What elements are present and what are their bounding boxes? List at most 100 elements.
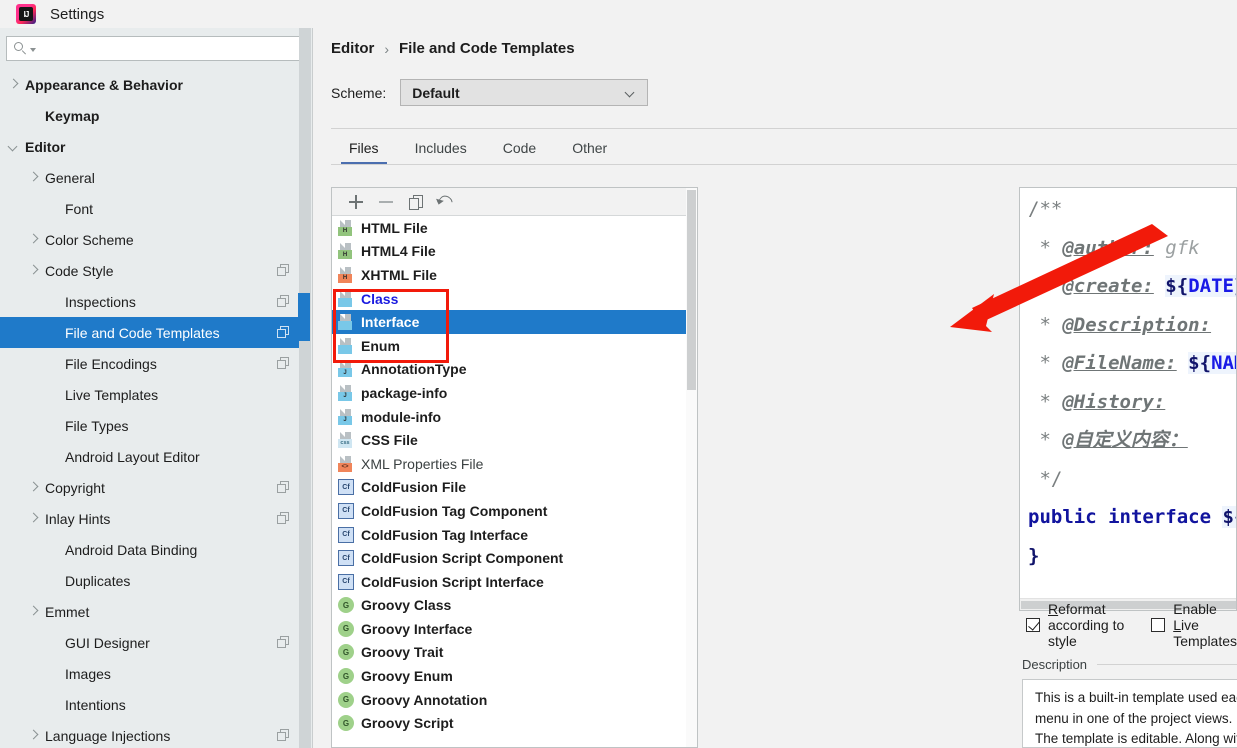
chevron-right-icon[interactable] (28, 730, 39, 741)
template-list-item[interactable]: G Groovy Enum (332, 664, 697, 688)
tab-includes[interactable]: Includes (397, 130, 485, 165)
sidebar-scrollbar-thumb[interactable] (298, 293, 310, 341)
template-list-item-label: Groovy Interface (361, 620, 473, 637)
template-list-item[interactable]: Enum (332, 334, 697, 358)
search-input[interactable] (36, 40, 304, 57)
java-file-icon: J (338, 408, 354, 425)
template-list-item[interactable]: Class (332, 287, 697, 311)
template-list-item[interactable]: Jmodule-info (332, 405, 697, 429)
editor-token: DATE (1188, 275, 1234, 297)
template-list-item[interactable]: G Groovy Annotation (332, 688, 697, 712)
sidebar-item-language-injections[interactable]: Language Injections (0, 720, 300, 748)
settings-content-panel: Editor › File and Code Templates Scheme:… (314, 28, 1237, 748)
tab-other[interactable]: Other (554, 130, 625, 165)
sidebar-item-inlay-hints[interactable]: Inlay Hints (0, 503, 300, 534)
copy-settings-icon[interactable] (277, 326, 290, 339)
chevron-right-icon[interactable] (8, 79, 19, 90)
template-list-item[interactable]: Cf ColdFusion Script Interface (332, 570, 697, 594)
sidebar-item-copyright[interactable]: Copyright (0, 472, 300, 503)
sidebar-item-images[interactable]: Images (0, 658, 300, 689)
template-list-item[interactable]: H HTML File (332, 216, 697, 240)
sidebar-item-font[interactable]: Font (0, 193, 300, 224)
tab-code[interactable]: Code (485, 130, 554, 165)
sidebar-item-editor[interactable]: Editor (0, 131, 300, 162)
template-list-item[interactable]: Interface (332, 310, 697, 334)
sidebar-item-general[interactable]: General (0, 162, 300, 193)
sidebar-scrollbar-track[interactable] (298, 28, 311, 748)
description-text: This is a built-in template used each ti… (1035, 690, 1237, 746)
groovy-icon: G (338, 597, 354, 614)
tab-label: Other (572, 139, 608, 156)
sidebar-item-label: File Encodings (65, 355, 157, 372)
live-templates-checkbox[interactable]: Enable Live Templates (1151, 601, 1237, 649)
template-list-item[interactable]: G Groovy Class (332, 594, 697, 618)
sidebar-item-keymap[interactable]: Keymap (0, 100, 300, 131)
copy-settings-icon[interactable] (277, 481, 290, 494)
template-list-item[interactable]: G Groovy Trait (332, 641, 697, 665)
breadcrumb-parent[interactable]: Editor (331, 40, 374, 57)
sidebar-item-file-encodings[interactable]: File Encodings (0, 348, 300, 379)
groovy-icon: G (338, 691, 354, 708)
editor-token: NAME (1211, 352, 1236, 374)
sidebar-item-intentions[interactable]: Intentions (0, 689, 300, 720)
chevron-right-icon[interactable] (28, 606, 39, 617)
sidebar-item-live-templates[interactable]: Live Templates (0, 379, 300, 410)
chevron-down-icon[interactable] (8, 141, 19, 152)
template-list-item[interactable]: H HTML4 File (332, 240, 697, 264)
template-list-item[interactable]: J AnnotationType (332, 358, 697, 382)
sidebar-item-gui-designer[interactable]: GUI Designer (0, 627, 300, 658)
sidebar-item-duplicates[interactable]: Duplicates (0, 565, 300, 596)
template-list-item[interactable]: Cf ColdFusion Script Component (332, 546, 697, 570)
template-list-item[interactable]: H XHTML File (332, 263, 697, 287)
copy-settings-icon[interactable] (277, 357, 290, 370)
sidebar-item-appearance-behavior[interactable]: Appearance & Behavior (0, 69, 300, 100)
coldfusion-icon: Cf (338, 502, 354, 519)
template-editor-code[interactable]: /** * @author: gfk * @create: ${DATE} * … (1028, 190, 1236, 610)
template-list-item-label: Groovy Class (361, 597, 452, 614)
template-list-scrollbar-thumb[interactable] (687, 190, 696, 390)
chevron-down-icon (626, 89, 635, 98)
reformat-checkbox-box[interactable] (1026, 618, 1040, 632)
copy-settings-icon[interactable] (277, 729, 290, 742)
template-list-item[interactable]: Cf ColdFusion Tag Component (332, 499, 697, 523)
tab-files[interactable]: Files (331, 130, 397, 165)
template-list-item[interactable]: G Groovy Script (332, 711, 697, 735)
copy-settings-icon[interactable] (277, 264, 290, 277)
copy-template-button[interactable] (401, 191, 431, 213)
sidebar-item-color-scheme[interactable]: Color Scheme (0, 224, 300, 255)
template-list-item[interactable]: css CSS File (332, 428, 697, 452)
chevron-right-icon[interactable] (28, 234, 39, 245)
reformat-checkbox[interactable]: Reformat according to style (1026, 601, 1151, 649)
reset-template-button[interactable] (431, 191, 461, 213)
chevron-right-icon[interactable] (28, 172, 39, 183)
copy-settings-icon[interactable] (277, 636, 290, 649)
copy-settings-icon[interactable] (277, 295, 290, 308)
java-class-icon (338, 290, 354, 307)
template-list-item[interactable]: Cf ColdFusion File (332, 476, 697, 500)
template-list-item[interactable]: <> XML Properties File (332, 452, 697, 476)
sidebar-item-file-and-code-templates[interactable]: File and Code Templates (0, 317, 300, 348)
template-list-item[interactable]: Cf ColdFusion Tag Interface (332, 523, 697, 547)
template-list-item[interactable]: G Groovy Interface (332, 617, 697, 641)
template-list-item[interactable]: Jpackage-info (332, 381, 697, 405)
scheme-select[interactable]: Default (400, 79, 649, 106)
template-list-scrollbar-track[interactable] (686, 188, 697, 747)
chevron-right-icon[interactable] (28, 482, 39, 493)
intellij-idea-logo-icon: IJ (16, 4, 36, 24)
sidebar-item-inspections[interactable]: Inspections (0, 286, 300, 317)
sidebar-item-code-style[interactable]: Code Style (0, 255, 300, 286)
search-box[interactable] (6, 36, 305, 61)
chevron-right-icon[interactable] (28, 513, 39, 524)
sidebar-item-android-data-binding[interactable]: Android Data Binding (0, 534, 300, 565)
copy-settings-icon[interactable] (277, 512, 290, 525)
remove-template-button[interactable] (371, 191, 401, 213)
description-label: Description (1022, 656, 1088, 672)
live-templates-checkbox-box[interactable] (1151, 618, 1166, 632)
chevron-right-icon[interactable] (28, 265, 39, 276)
sidebar-item-file-types[interactable]: File Types (0, 410, 300, 441)
sidebar-item-android-layout-editor[interactable]: Android Layout Editor (0, 441, 300, 472)
template-editor-panel[interactable]: /** * @author: gfk * @create: ${DATE} * … (1019, 187, 1237, 611)
sidebar-item-emmet[interactable]: Emmet (0, 596, 300, 627)
add-template-button[interactable] (341, 191, 371, 213)
editor-token: */ (1028, 467, 1063, 490)
